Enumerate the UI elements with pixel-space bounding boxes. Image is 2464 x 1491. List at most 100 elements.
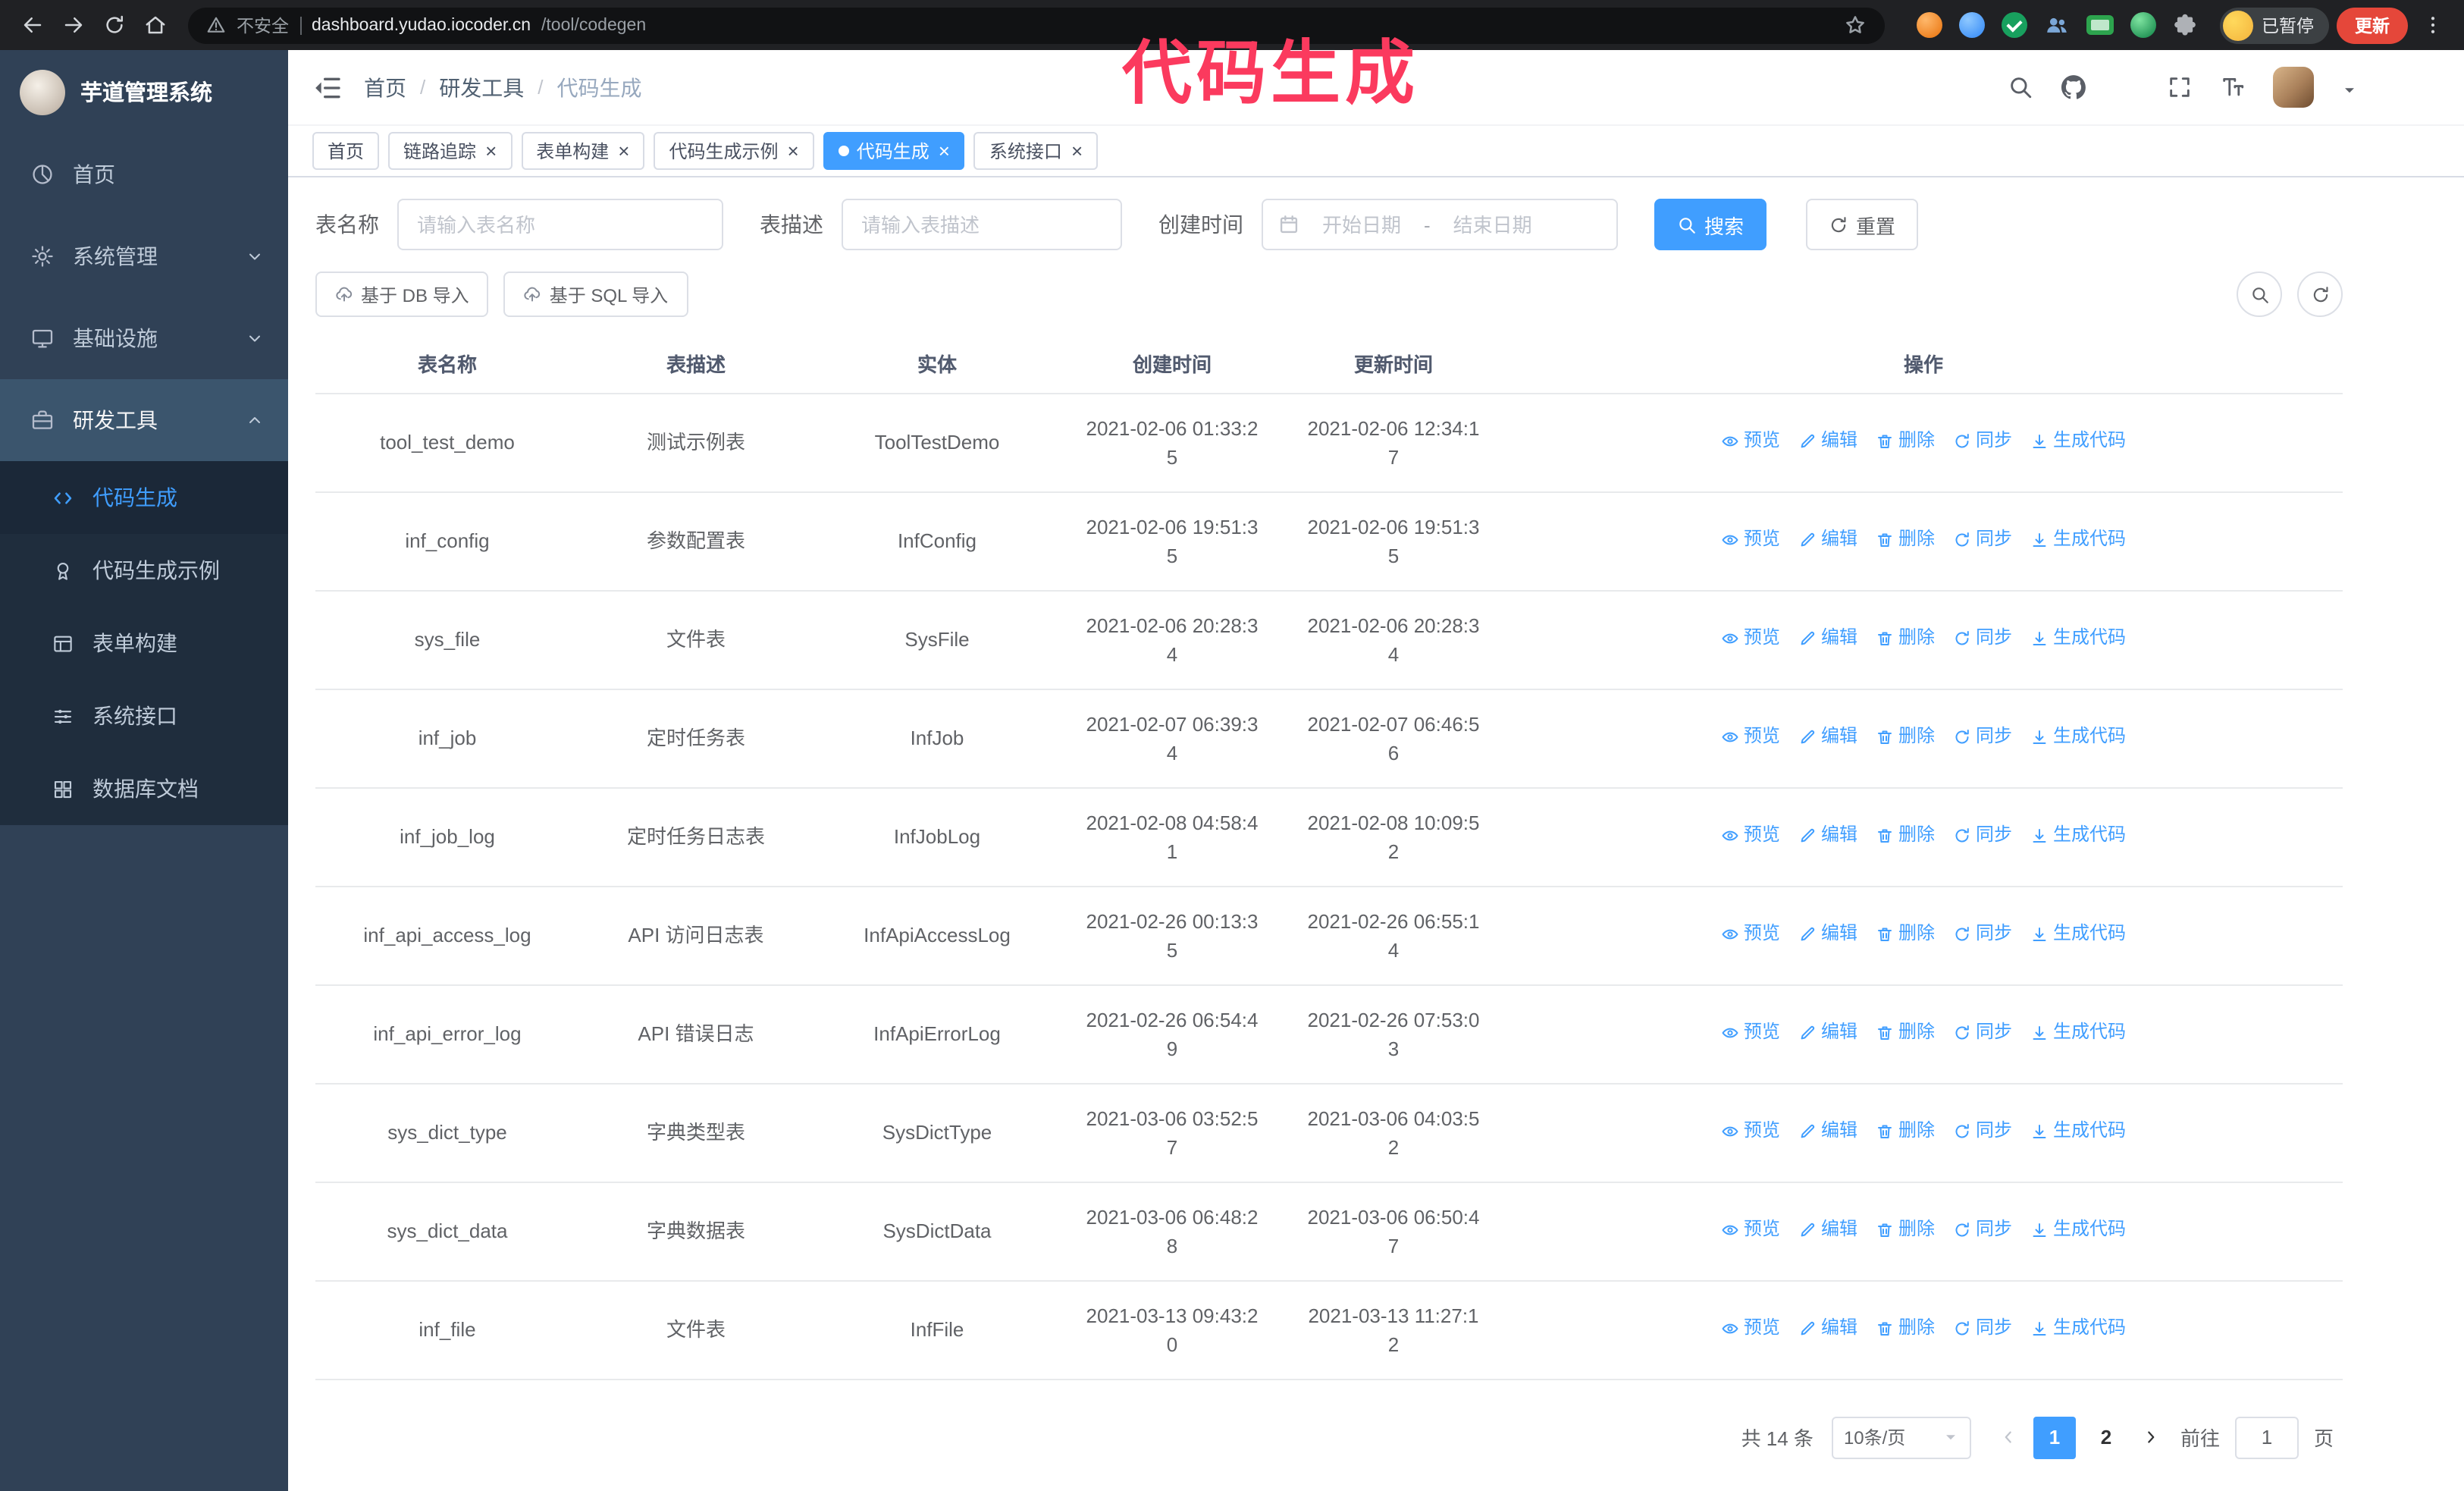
generate-code-link[interactable]: 生成代码 xyxy=(2030,624,2126,653)
bookmark-star-icon[interactable] xyxy=(1843,14,1866,36)
preview-link[interactable]: 预览 xyxy=(1721,920,1780,949)
sync-link[interactable]: 同步 xyxy=(1953,1019,2012,1047)
tab-5[interactable]: 系统接口 × xyxy=(973,132,1099,170)
generate-code-link[interactable]: 生成代码 xyxy=(2030,427,2126,456)
browser-update-button[interactable]: 更新 xyxy=(2337,7,2408,43)
pagination-page-1[interactable]: 1 xyxy=(2033,1416,2076,1458)
delete-link[interactable]: 删除 xyxy=(1876,1216,1935,1245)
generate-code-link[interactable]: 生成代码 xyxy=(2030,1019,2126,1047)
sync-link[interactable]: 同步 xyxy=(1953,821,2012,850)
sidebar-subitem-2[interactable]: 表单构建 xyxy=(0,607,288,680)
browser-home-button[interactable] xyxy=(138,8,171,42)
extension-icon-2[interactable] xyxy=(1958,12,1984,38)
date-range-picker[interactable]: - xyxy=(1262,199,1618,250)
delete-link[interactable]: 删除 xyxy=(1876,920,1935,949)
tab-close-icon[interactable]: × xyxy=(618,141,629,161)
tab-3[interactable]: 代码生成示例 × xyxy=(654,132,814,170)
tab-close-icon[interactable]: × xyxy=(788,141,799,161)
pagination-prev-button[interactable] xyxy=(1989,1416,2029,1458)
browser-back-button[interactable] xyxy=(15,8,49,42)
generate-code-link[interactable]: 生成代码 xyxy=(2030,1117,2126,1146)
generate-code-link[interactable]: 生成代码 xyxy=(2030,723,2126,752)
browser-reload-button[interactable] xyxy=(97,8,130,42)
sync-link[interactable]: 同步 xyxy=(1953,427,2012,456)
help-button[interactable] xyxy=(2114,74,2140,100)
tab-close-icon[interactable]: × xyxy=(1071,141,1083,161)
sidebar-item-3[interactable]: 研发工具 xyxy=(0,379,288,461)
browser-menu-button[interactable] xyxy=(2415,8,2449,42)
sidebar-item-2[interactable]: 基础设施 xyxy=(0,297,288,379)
delete-link[interactable]: 删除 xyxy=(1876,723,1935,752)
edit-link[interactable]: 编辑 xyxy=(1798,1117,1857,1146)
extension-screenshare-icon[interactable] xyxy=(2086,15,2113,35)
sync-link[interactable]: 同步 xyxy=(1953,920,2012,949)
reset-button[interactable]: 重置 xyxy=(1806,199,1919,250)
toggle-search-button[interactable] xyxy=(2237,272,2282,317)
edit-link[interactable]: 编辑 xyxy=(1798,1314,1857,1343)
page-size-select[interactable]: 10条/页 xyxy=(1831,1416,1971,1458)
delete-link[interactable]: 删除 xyxy=(1876,821,1935,850)
extensions-puzzle-icon[interactable] xyxy=(2172,13,2196,37)
tab-1[interactable]: 链路追踪 × xyxy=(388,132,513,170)
edit-link[interactable]: 编辑 xyxy=(1798,723,1857,752)
sync-link[interactable]: 同步 xyxy=(1953,723,2012,752)
edit-link[interactable]: 编辑 xyxy=(1798,526,1857,554)
fullscreen-button[interactable] xyxy=(2167,74,2193,100)
user-menu-caret[interactable] xyxy=(2341,79,2358,96)
delete-link[interactable]: 删除 xyxy=(1876,526,1935,554)
import-db-button[interactable]: 基于 DB 导入 xyxy=(315,272,489,317)
browser-forward-button[interactable] xyxy=(56,8,89,42)
preview-link[interactable]: 预览 xyxy=(1721,427,1780,456)
delete-link[interactable]: 删除 xyxy=(1876,427,1935,456)
preview-link[interactable]: 预览 xyxy=(1721,624,1780,653)
sidebar-toggle-button[interactable] xyxy=(312,72,343,102)
sync-link[interactable]: 同步 xyxy=(1953,1216,2012,1245)
generate-code-link[interactable]: 生成代码 xyxy=(2030,526,2126,554)
sync-link[interactable]: 同步 xyxy=(1953,1314,2012,1343)
edit-link[interactable]: 编辑 xyxy=(1798,821,1857,850)
extension-check-icon[interactable] xyxy=(2001,12,2027,38)
pagination-page-2[interactable]: 2 xyxy=(2085,1416,2127,1458)
import-sql-button[interactable]: 基于 SQL 导入 xyxy=(503,272,688,317)
tab-2[interactable]: 表单构建 × xyxy=(521,132,645,170)
edit-link[interactable]: 编辑 xyxy=(1798,1019,1857,1047)
tab-4-active[interactable]: 代码生成 × xyxy=(823,132,965,170)
preview-link[interactable]: 预览 xyxy=(1721,1117,1780,1146)
tab-close-icon[interactable]: × xyxy=(939,141,950,161)
preview-link[interactable]: 预览 xyxy=(1721,1314,1780,1343)
table-desc-input[interactable] xyxy=(842,199,1122,250)
generate-code-link[interactable]: 生成代码 xyxy=(2030,1314,2126,1343)
goto-page-input[interactable] xyxy=(2234,1416,2299,1458)
sync-link[interactable]: 同步 xyxy=(1953,1117,2012,1146)
sync-link[interactable]: 同步 xyxy=(1953,624,2012,653)
sidebar-subitem-4[interactable]: 数据库文档 xyxy=(0,752,288,825)
edit-link[interactable]: 编辑 xyxy=(1798,920,1857,949)
edit-link[interactable]: 编辑 xyxy=(1798,624,1857,653)
refresh-table-button[interactable] xyxy=(2297,272,2343,317)
edit-link[interactable]: 编辑 xyxy=(1798,427,1857,456)
extension-icon-1[interactable] xyxy=(1916,12,1942,38)
sidebar-item-1[interactable]: 系统管理 xyxy=(0,215,288,297)
profile-paused-badge[interactable]: 已暂停 xyxy=(2219,7,2329,43)
delete-link[interactable]: 删除 xyxy=(1876,624,1935,653)
sidebar-subitem-3[interactable]: 系统接口 xyxy=(0,680,288,752)
edit-link[interactable]: 编辑 xyxy=(1798,1216,1857,1245)
extension-icon-6[interactable] xyxy=(2130,12,2155,38)
breadcrumb-item-1[interactable]: 研发工具 xyxy=(439,72,524,102)
tab-0[interactable]: 首页 xyxy=(312,132,380,170)
end-date-input[interactable] xyxy=(1436,213,1549,236)
url-bar[interactable]: 不安全 dashboard.yudao.iocoder.cn/tool/code… xyxy=(188,7,1884,43)
header-search-button[interactable] xyxy=(2008,74,2033,100)
search-submit-button[interactable]: 搜索 xyxy=(1654,199,1767,250)
delete-link[interactable]: 删除 xyxy=(1876,1314,1935,1343)
preview-link[interactable]: 预览 xyxy=(1721,1216,1780,1245)
delete-link[interactable]: 删除 xyxy=(1876,1117,1935,1146)
preview-link[interactable]: 预览 xyxy=(1721,526,1780,554)
table-name-input[interactable] xyxy=(397,199,723,250)
sidebar-item-0[interactable]: 首页 xyxy=(0,133,288,215)
generate-code-link[interactable]: 生成代码 xyxy=(2030,1216,2126,1245)
sidebar-subitem-1[interactable]: 代码生成示例 xyxy=(0,534,288,607)
generate-code-link[interactable]: 生成代码 xyxy=(2030,821,2126,850)
sync-link[interactable]: 同步 xyxy=(1953,526,2012,554)
user-avatar[interactable] xyxy=(2273,67,2314,108)
